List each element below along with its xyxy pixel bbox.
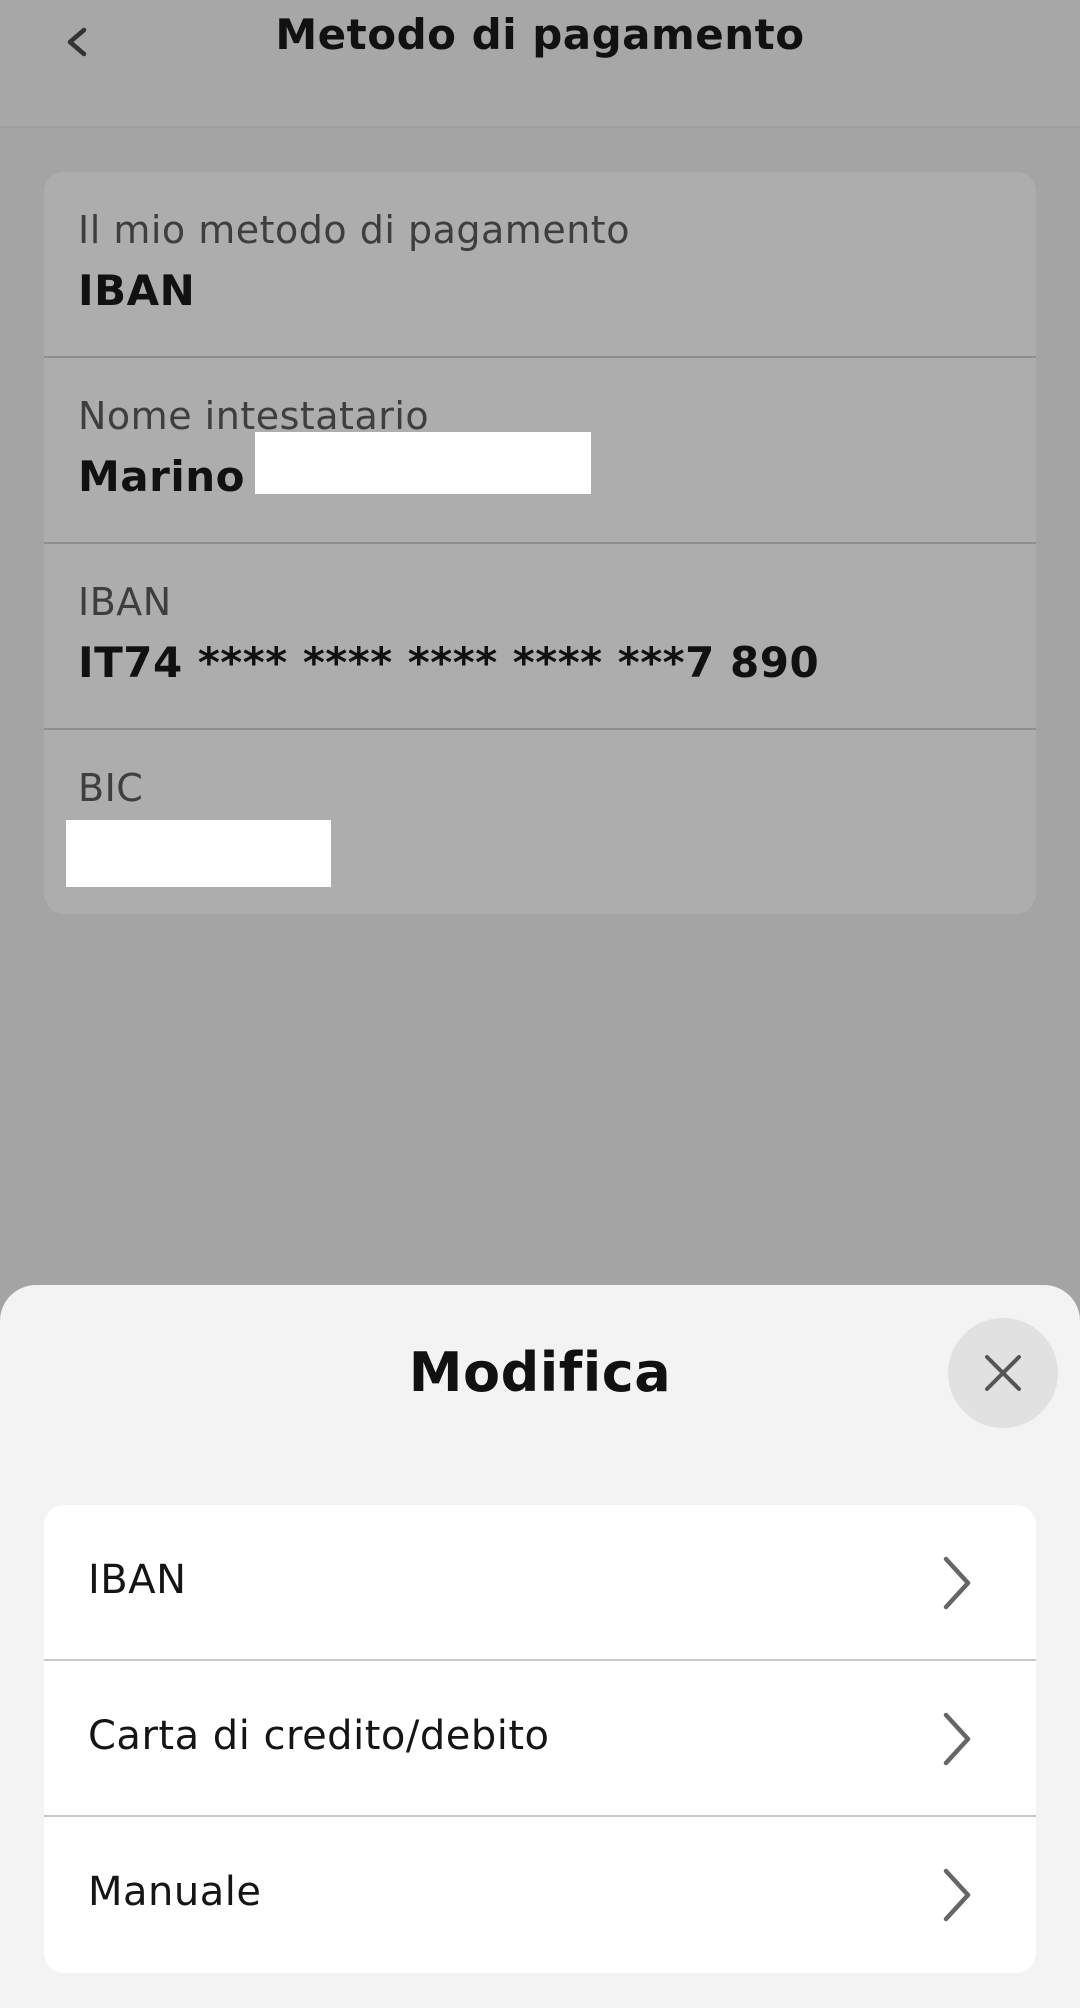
chevron-right-icon [943, 1556, 971, 1610]
payment-method-label: Il mio metodo di pagamento [78, 208, 630, 252]
option-credit-debit-card[interactable]: Carta di credito/debito [44, 1661, 1036, 1817]
close-button[interactable] [948, 1318, 1058, 1428]
option-label: Carta di credito/debito [88, 1713, 550, 1759]
payment-method-value: IBAN [78, 266, 196, 315]
option-iban[interactable]: IBAN [44, 1505, 1036, 1661]
option-label: IBAN [88, 1557, 187, 1603]
chevron-right-icon [943, 1868, 971, 1922]
page-title: Metodo di pagamento [275, 10, 805, 59]
screen: Metodo di pagamento Il mio metodo di pag… [0, 0, 1080, 2008]
edit-bottom-sheet: Modifica IBAN Carta di credito/debito Ma… [0, 1285, 1080, 2008]
chevron-right-icon [943, 1712, 971, 1766]
bic-label: BIC [78, 766, 144, 810]
redacted-surname [255, 432, 591, 494]
account-holder-row: Nome intestatario Marino [44, 358, 1036, 544]
close-icon [985, 1355, 1021, 1391]
payment-options-list: IBAN Carta di credito/debito Manuale [44, 1505, 1036, 1973]
bic-row: BIC [44, 730, 1036, 914]
iban-value: IT74 **** **** **** **** ***7 890 [78, 638, 820, 687]
option-label: Manuale [88, 1869, 262, 1915]
iban-label: IBAN [78, 580, 172, 624]
iban-row: IBAN IT74 **** **** **** **** ***7 890 [44, 544, 1036, 730]
option-manual[interactable]: Manuale [44, 1817, 1036, 1973]
top-bar: Metodo di pagamento [0, 0, 1080, 128]
redacted-bic [66, 820, 331, 887]
payment-method-row: Il mio metodo di pagamento IBAN [44, 172, 1036, 358]
payment-info-card: Il mio metodo di pagamento IBAN Nome int… [44, 172, 1036, 914]
sheet-title: Modifica [408, 1341, 672, 1404]
account-holder-value: Marino [78, 452, 246, 501]
